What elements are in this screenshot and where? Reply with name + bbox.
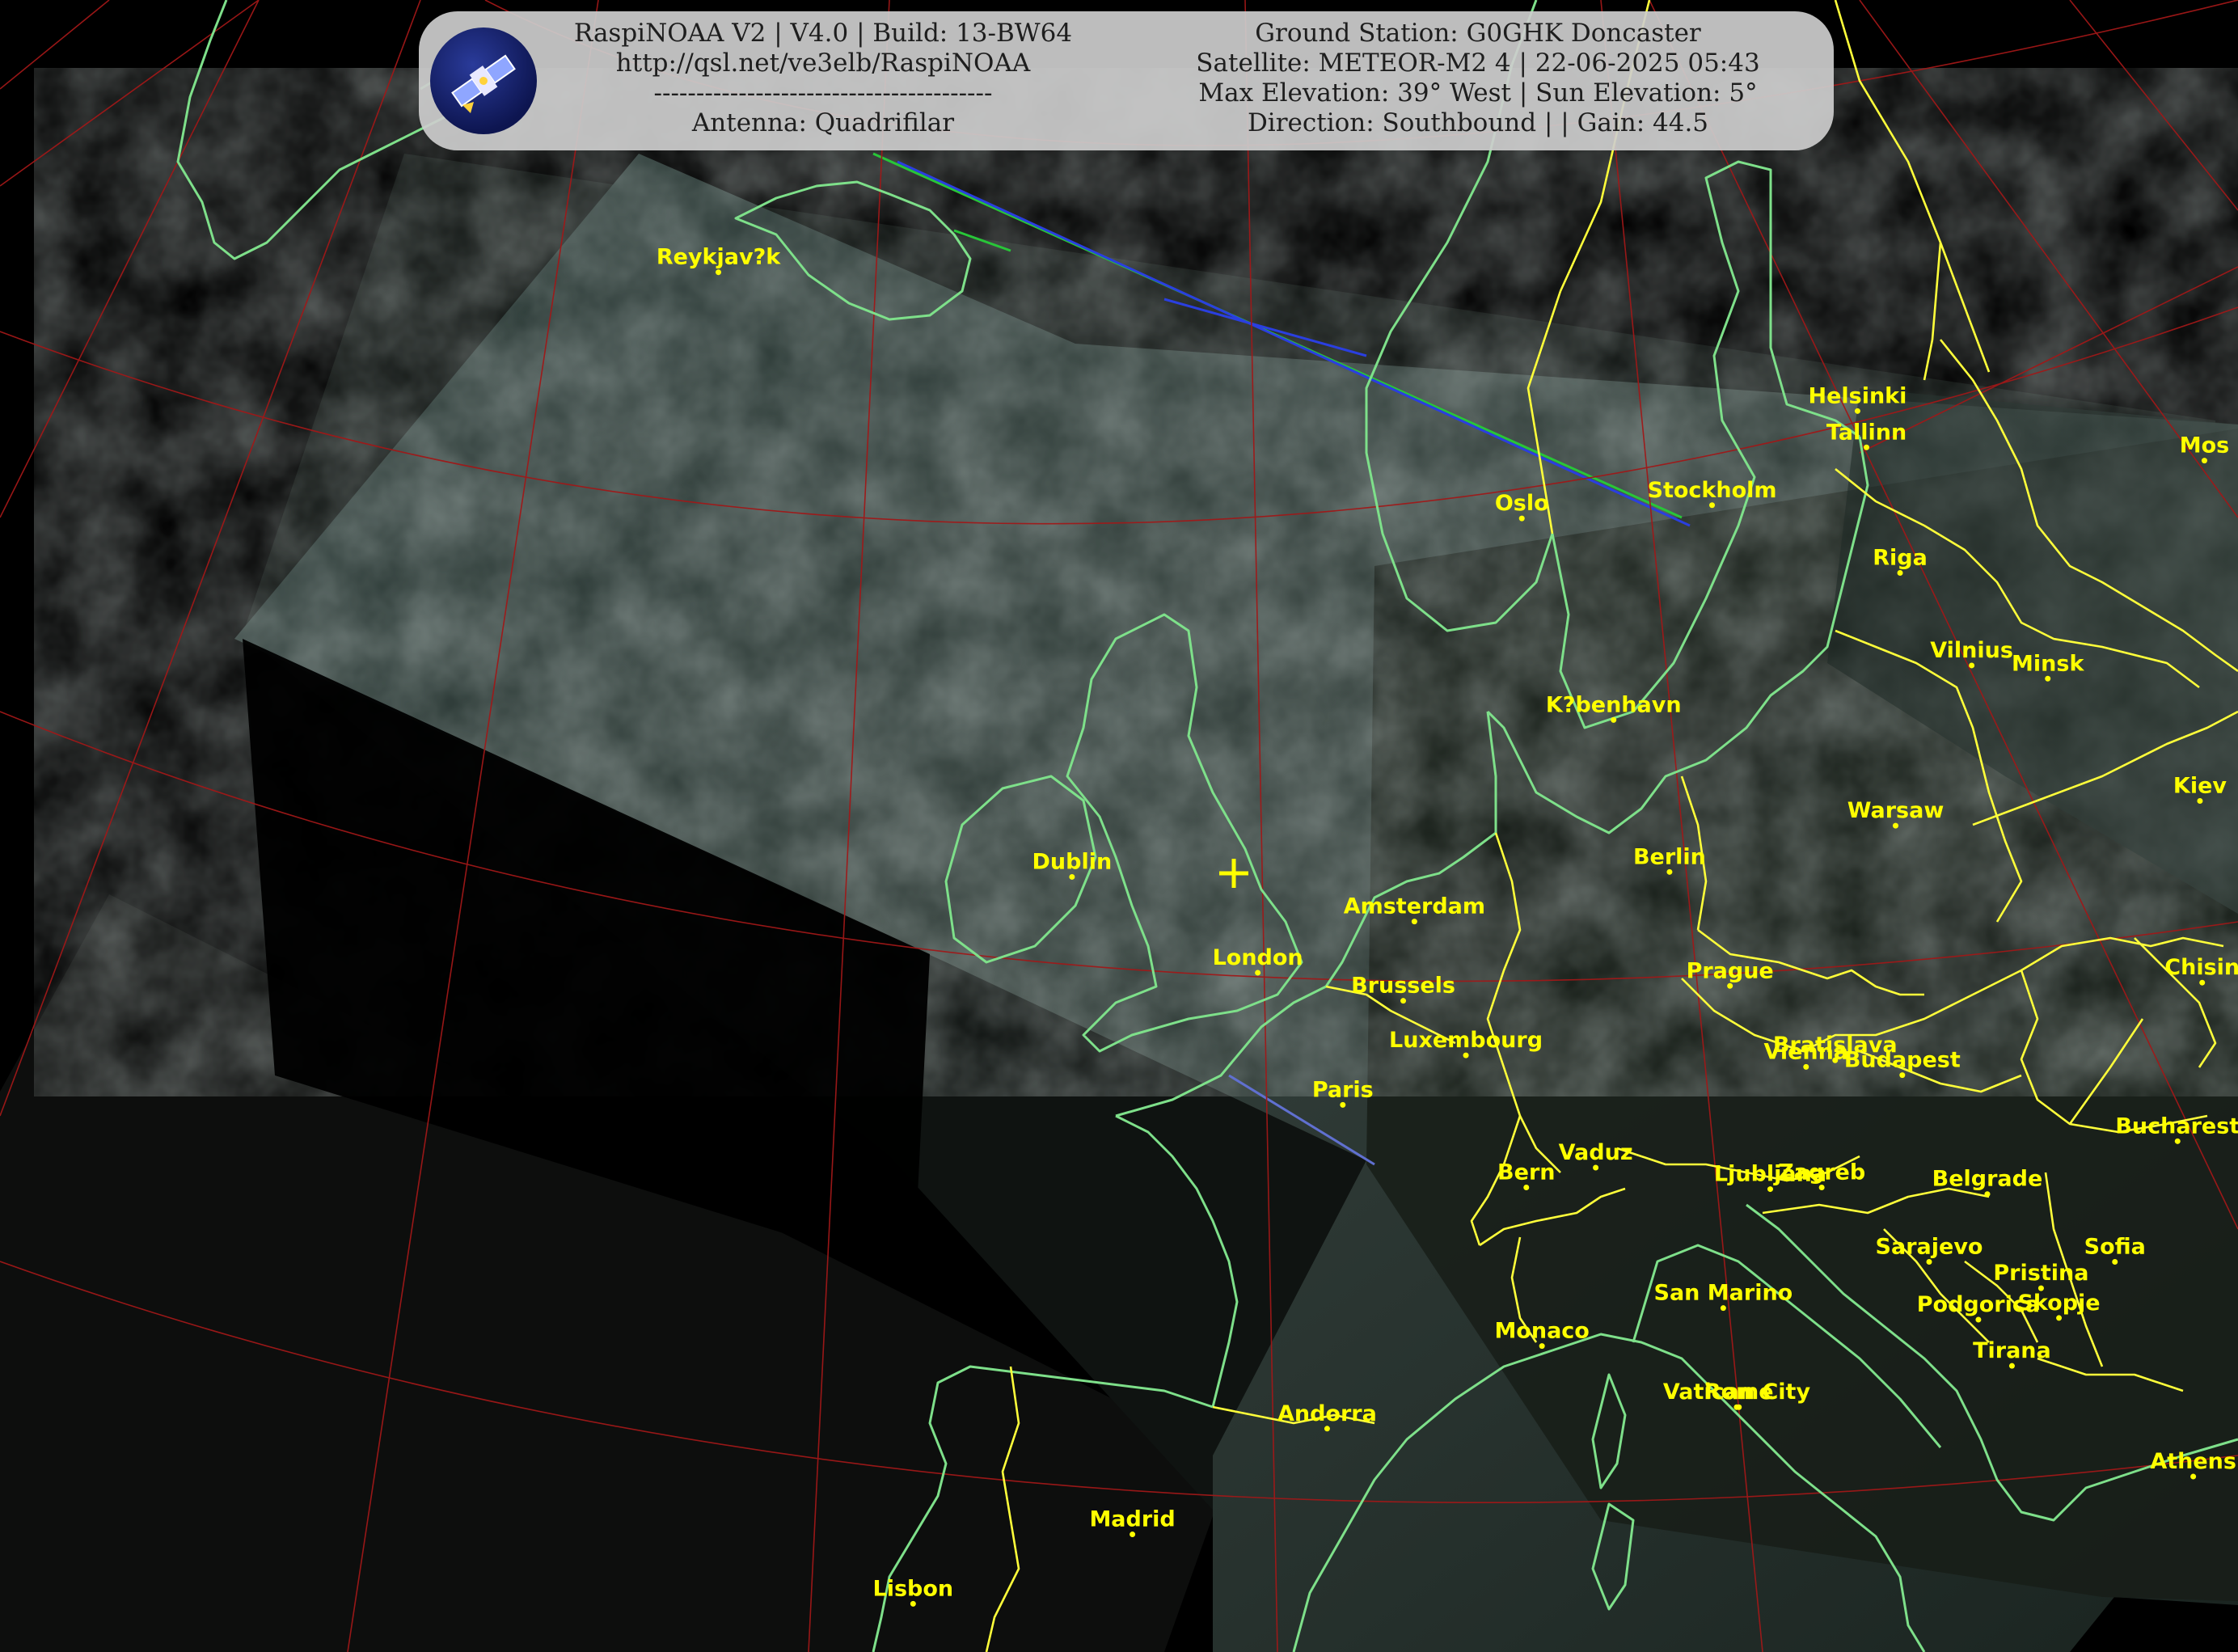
city-dot	[1854, 408, 1860, 414]
city-label: Bern	[1497, 1160, 1555, 1185]
city-label: Oslo	[1495, 491, 1549, 516]
city-dot	[1897, 570, 1903, 577]
banner-right-line-2: Satellite: METEOR-M2 4 | 22-06-2025 05:4…	[1196, 49, 1760, 78]
city-dot	[1899, 1072, 1906, 1079]
city-label: Andorra	[1277, 1401, 1377, 1426]
city-label: Paris	[1312, 1077, 1374, 1102]
city-label: K?benhavn	[1546, 692, 1682, 717]
city-label: Stockholm	[1648, 478, 1777, 503]
city-label: Chisin	[2164, 955, 2238, 980]
satellite-icon	[451, 54, 516, 113]
city-dot	[1975, 1316, 1982, 1323]
city-label: Luxembourg	[1389, 1028, 1543, 1053]
city-label: Berlin	[1633, 844, 1706, 869]
city-label: Vilnius	[1930, 638, 2013, 663]
raspinoaa-logo	[430, 27, 537, 134]
city-dot	[1984, 1191, 1991, 1198]
city-label: Mos	[2180, 433, 2230, 458]
city-dot	[1411, 919, 1417, 925]
city-dot	[1926, 1258, 1932, 1265]
city-label: Pristina	[1993, 1261, 2088, 1286]
city-dot	[1400, 998, 1407, 1004]
city-label: Brussels	[1351, 974, 1455, 999]
city-dot	[1736, 1404, 1742, 1410]
city-dot	[910, 1600, 916, 1607]
banner-right-line-4: Direction: Southbound | | Gain: 44.5	[1247, 108, 1709, 137]
city-dot	[1969, 662, 1975, 669]
city-label: Amsterdam	[1344, 894, 1485, 919]
city-label: London	[1213, 945, 1303, 970]
city-label: Zagreb	[1778, 1160, 1865, 1185]
city-dot	[2190, 1473, 2197, 1480]
city-label: San Marino	[1654, 1281, 1793, 1306]
city-label: Rome	[1704, 1379, 1774, 1405]
banner-right-line-3: Max Elevation: 39° West | Sun Elevation:…	[1198, 78, 1758, 108]
banner-right-line-1: Ground Station: G0GHK Doncaster	[1255, 19, 1701, 48]
banner-left-line-4: Antenna: Quadrifilar	[691, 108, 955, 137]
city-label: Riga	[1873, 546, 1928, 571]
info-banner: RaspiNOAA V2 | V4.0 | Build: 13-BW64 htt…	[419, 11, 1834, 150]
city-label: Kiev	[2173, 773, 2227, 798]
city-label: Budapest	[1844, 1048, 1961, 1073]
city-label: Vaduz	[1559, 1140, 1633, 1165]
city-dot	[1767, 1186, 1773, 1193]
city-dot	[2197, 797, 2203, 804]
city-label: Minsk	[2012, 651, 2084, 676]
city-label: Sofia	[2084, 1234, 2146, 1259]
city-dot	[2045, 675, 2051, 682]
city-dot	[1666, 868, 1673, 875]
city-label: Helsinki	[1808, 383, 1907, 408]
city-label: Dublin	[1032, 849, 1113, 874]
city-dot	[2008, 1363, 2015, 1369]
city-dot	[2201, 458, 2207, 464]
city-dot	[1463, 1052, 1469, 1058]
city-dot	[1255, 970, 1261, 976]
city-label: Sarajevo	[1876, 1234, 1983, 1259]
city-dot	[2056, 1315, 2063, 1321]
city-dot	[1892, 822, 1898, 829]
city-label: Belgrade	[1932, 1167, 2043, 1192]
city-dot	[1539, 1343, 1545, 1350]
city-dot	[1518, 515, 1525, 522]
city-dot	[1818, 1185, 1825, 1191]
banner-left-column: RaspiNOAA V2 | V4.0 | Build: 13-BW64 htt…	[556, 19, 1090, 138]
city-label: Madrid	[1089, 1507, 1175, 1532]
city-label: Prague	[1687, 958, 1774, 983]
city-dot	[1340, 1101, 1346, 1108]
city-dot	[1727, 982, 1733, 989]
city-label: Athens	[2150, 1449, 2236, 1474]
city-label: Lisbon	[873, 1576, 954, 1601]
banner-left-line-2: http://qsl.net/ve3elb/RaspiNOAA	[615, 49, 1031, 78]
city-label: Tallinn	[1826, 420, 1907, 445]
city-dot	[1803, 1063, 1809, 1070]
city-dot	[1324, 1426, 1330, 1432]
city-dot	[1523, 1185, 1530, 1191]
city-label: Bucharest	[2115, 1113, 2238, 1139]
city-dot	[2112, 1258, 2118, 1265]
city-label: Reykjav?k	[657, 245, 781, 270]
city-label: Monaco	[1494, 1319, 1589, 1344]
city-label: Warsaw	[1847, 798, 1945, 823]
satellite-map: Reykjav?k Helsinki Tallinn Mos Oslo Stockholm…	[0, 0, 2238, 1652]
city-dot	[716, 269, 722, 276]
banner-left-line-3: ----------------------------------------	[653, 78, 993, 108]
city-dot	[1130, 1532, 1136, 1538]
city-dot	[2199, 979, 2206, 986]
city-dot	[1832, 1057, 1839, 1063]
banner-left-line-1: RaspiNOAA V2 | V4.0 | Build: 13-BW64	[573, 19, 1073, 48]
city-dot	[1069, 873, 1075, 880]
city-dot	[1593, 1164, 1599, 1171]
banner-right-column: Ground Station: G0GHK Doncaster Satellit…	[1146, 19, 1809, 138]
city-dot	[1864, 444, 1870, 450]
city-dot	[1611, 716, 1617, 723]
city-dot	[1709, 502, 1716, 509]
city-dot	[2174, 1138, 2181, 1144]
city-dot	[1720, 1305, 1726, 1312]
city-label: Tirana	[1973, 1338, 2051, 1363]
city-label: Skopje	[2017, 1291, 2100, 1316]
